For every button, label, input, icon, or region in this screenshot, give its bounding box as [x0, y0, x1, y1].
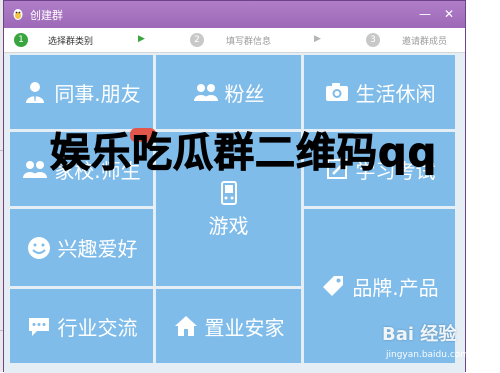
people-icon	[23, 161, 48, 178]
create-group-window: 创建群 — ✕ 1 选择群类别 ▶ 2 填写群信息 ▶ 3 邀请群成员 同事.朋…	[3, 0, 466, 373]
window-titlebar: 创建群 — ✕	[4, 1, 465, 28]
category-label: 品牌.产品	[352, 275, 439, 300]
baidu-watermark: Bai 经验 jingyan.baidu.com	[380, 320, 470, 370]
window-title: 创建群	[30, 9, 63, 22]
category-label: 行业交流	[57, 315, 138, 340]
category-tile-fans[interactable]: 粉丝	[156, 55, 301, 129]
category-tile-real-estate[interactable]: 置业安家	[156, 289, 301, 363]
house-icon	[174, 316, 197, 336]
category-tile-hobbies[interactable]: 兴趣爱好	[10, 209, 153, 286]
step-arrow-icon: ▶	[138, 34, 145, 44]
gamepad-icon	[220, 180, 237, 205]
category-label: 置业安家	[204, 315, 285, 340]
step-3-number: 3	[366, 33, 380, 47]
category-tile-industry[interactable]: 行业交流	[10, 289, 153, 363]
category-tile-colleagues-friends[interactable]: 同事.朋友	[10, 55, 153, 129]
category-label: 游戏	[208, 213, 249, 238]
category-label: 兴趣爱好	[57, 237, 138, 261]
close-icon: ✕	[443, 7, 455, 21]
tag-icon	[323, 276, 344, 296]
overlay-caption: 娱乐吃瓜群二维码qq	[49, 130, 438, 177]
camera-icon	[325, 83, 348, 101]
step-3-label: 邀请群成员	[402, 37, 448, 47]
step-2-label: 填写群信息	[226, 37, 272, 47]
watermark-url: jingyan.baidu.com	[386, 350, 470, 360]
step-1-label: 选择群类别	[48, 37, 94, 47]
step-indicator: 1 选择群类别 ▶ 2 填写群信息 ▶ 3 邀请群成员	[4, 28, 465, 53]
close-button[interactable]: ✕	[440, 5, 458, 23]
people-icon	[193, 84, 218, 101]
person-icon	[26, 82, 45, 103]
minimize-button[interactable]: —	[416, 5, 434, 23]
step-arrow-icon: ▶	[314, 34, 321, 44]
minimize-icon: —	[419, 7, 431, 21]
step-1-number: 1	[14, 33, 28, 47]
category-label: 粉丝	[224, 81, 265, 106]
smiley-icon	[27, 236, 50, 259]
category-label: 生活休闲	[355, 81, 436, 106]
category-tile-leisure[interactable]: 生活休闲	[304, 55, 455, 129]
watermark-logo: Bai 经验	[382, 324, 457, 345]
chat-icon	[28, 318, 49, 336]
background-right-page	[466, 0, 500, 372]
qq-penguin-icon	[13, 9, 23, 20]
step-2-number: 2	[190, 33, 204, 47]
category-label: 同事.朋友	[54, 81, 141, 106]
